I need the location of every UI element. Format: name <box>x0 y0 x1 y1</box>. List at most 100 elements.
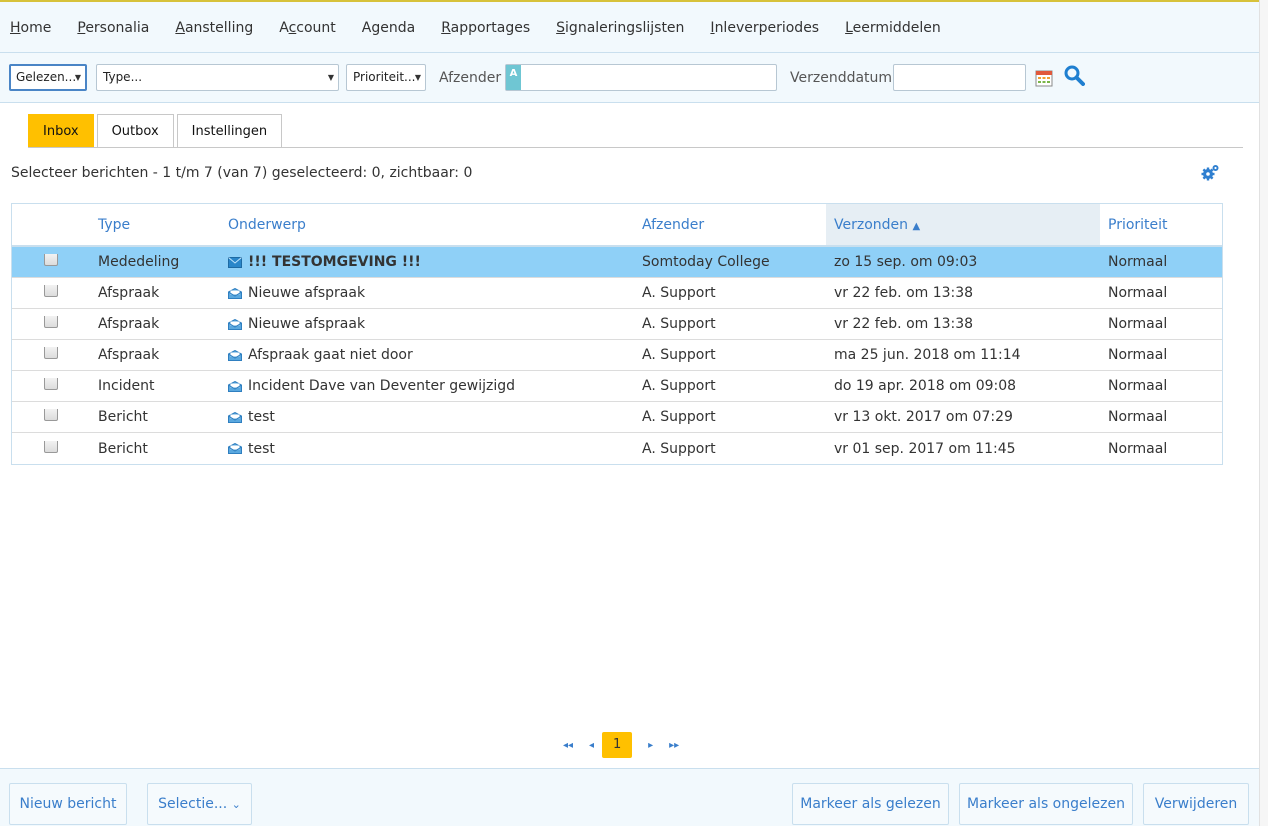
header-priority[interactable]: Prioriteit <box>1100 204 1222 245</box>
table-row[interactable]: Afspraak Nieuwe afspraak A. Support vr 22 f… <box>12 309 1222 340</box>
subject-text: Afspraak gaat niet door <box>248 347 413 363</box>
header-sender[interactable]: Afzender <box>634 204 826 245</box>
header-subject[interactable]: Onderwerp <box>220 204 634 245</box>
envelope-open-icon <box>228 287 242 299</box>
cell-type: Bericht <box>98 440 148 457</box>
row-checkbox[interactable] <box>44 409 58 421</box>
table-row[interactable]: Bericht test A. Support vr 13 okt. 2017 om … <box>12 402 1222 433</box>
nav-item-personalia[interactable]: Personalia <box>77 20 149 36</box>
cell-subject[interactable]: Nieuwe afspraak <box>220 285 634 301</box>
read-status-select[interactable]: Gelezen... ▼ <box>9 64 87 91</box>
table-body: Mededeling !!! TESTOMGEVING !!! Somtoday C… <box>12 247 1222 464</box>
cell-sender: A. Support <box>642 440 716 457</box>
mark-read-button[interactable]: Markeer als gelezen <box>792 783 949 825</box>
send-date-label: Verzenddatum <box>790 70 893 86</box>
page-number-current[interactable]: 1 <box>602 732 633 758</box>
table-row[interactable]: Bericht test A. Support vr 01 sep. 2017 om … <box>12 433 1222 464</box>
send-date-input[interactable] <box>893 64 1026 91</box>
envelope-open-icon <box>228 443 242 454</box>
cell-priority: Normaal <box>1108 316 1168 332</box>
cell-priority: Normaal <box>1108 440 1168 457</box>
table-row[interactable]: Incident Incident Dave van Deventer gewij… <box>12 371 1222 402</box>
row-checkbox[interactable] <box>44 316 58 328</box>
priority-select-value: Prioriteit... <box>353 70 416 84</box>
vertical-scrollbar[interactable] <box>1259 0 1268 826</box>
header-type[interactable]: Type <box>90 204 220 245</box>
nav-item-leermiddelen[interactable]: Leermiddelen <box>845 20 941 36</box>
selection-menu-button[interactable]: Selectie... ⌄ <box>147 783 252 825</box>
row-checkbox[interactable] <box>44 440 58 453</box>
search-icon[interactable] <box>1064 65 1085 86</box>
nav-item-rapportages[interactable]: Rapportages <box>441 20 530 36</box>
tab-divider <box>28 147 1243 148</box>
cell-type: Afspraak <box>98 347 160 363</box>
last-page-icon[interactable]: ▸▸ <box>669 740 679 751</box>
delete-button[interactable]: Verwijderen <box>1143 783 1249 825</box>
read-status-select-value: Gelezen... <box>16 70 77 84</box>
selection-info: Selecteer berichten - 1 t/m 7 (van 7) ge… <box>11 165 473 181</box>
cell-sent: zo 15 sep. om 09:03 <box>834 254 978 270</box>
cell-type: Incident <box>98 378 155 394</box>
header-sent-label: Verzonden <box>834 217 909 233</box>
mark-unread-button[interactable]: Markeer als ongelezen <box>959 783 1133 825</box>
settings-gears-icon[interactable] <box>1200 163 1220 183</box>
nav-item-inleverperiodes[interactable]: Inleverperiodes <box>710 20 819 36</box>
tab-inbox[interactable]: Inbox <box>28 114 94 148</box>
cell-subject[interactable]: Afspraak gaat niet door <box>220 347 634 363</box>
selection-menu-label: Selectie... <box>158 796 228 812</box>
sender-input[interactable]: A <box>505 64 777 91</box>
tab-outbox[interactable]: Outbox <box>96 114 174 148</box>
cell-subject[interactable]: Nieuwe afspraak <box>220 316 634 332</box>
messages-table: Type Onderwerp Afzender Verzonden ▲ Prio… <box>11 203 1223 465</box>
calendar-icon[interactable] <box>1035 69 1053 87</box>
cell-priority: Normaal <box>1108 285 1168 301</box>
cell-sent: vr 22 feb. om 13:38 <box>834 285 974 301</box>
cell-sent: vr 01 sep. 2017 om 11:45 <box>834 440 1016 457</box>
new-message-button[interactable]: Nieuw bericht <box>9 783 127 825</box>
autocomplete-icon: A <box>506 65 521 90</box>
nav-item-account[interactable]: Account <box>279 20 336 36</box>
nav-item-signaleringslijsten[interactable]: Signaleringslijsten <box>556 20 684 36</box>
envelope-open-icon <box>228 380 242 392</box>
table-row[interactable]: Afspraak Afspraak gaat niet door A. Suppor… <box>12 340 1222 371</box>
row-checkbox-cell <box>12 347 90 363</box>
cell-sent: ma 25 jun. 2018 om 11:14 <box>834 347 1021 363</box>
header-sent[interactable]: Verzonden ▲ <box>826 204 1100 245</box>
sender-label: Afzender <box>439 70 502 86</box>
row-checkbox-cell <box>12 316 90 332</box>
row-checkbox-cell <box>12 440 90 457</box>
dropdown-arrow-icon: ▼ <box>327 73 334 82</box>
nav-item-home[interactable]: Home <box>10 20 51 36</box>
row-checkbox[interactable] <box>44 285 58 297</box>
tab-instellingen[interactable]: Instellingen <box>176 114 283 148</box>
cell-type: Bericht <box>98 409 148 425</box>
cell-subject[interactable]: test <box>220 409 634 425</box>
subject-text: Nieuwe afspraak <box>248 285 366 301</box>
type-select[interactable]: Type... ▼ <box>96 64 339 91</box>
cell-subject[interactable]: Incident Dave van Deventer gewijzigd <box>220 378 634 394</box>
priority-select[interactable]: Prioriteit... ▼ <box>346 64 426 91</box>
next-page-icon[interactable]: ▸ <box>648 740 653 751</box>
cell-type: Afspraak <box>98 316 160 332</box>
table-row[interactable]: Afspraak Nieuwe afspraak A. Support vr 22 f… <box>12 278 1222 309</box>
cell-sent: vr 13 okt. 2017 om 07:29 <box>834 409 1013 425</box>
previous-page-icon[interactable]: ◂ <box>589 740 594 751</box>
row-checkbox[interactable] <box>44 378 58 390</box>
nav-item-aanstelling[interactable]: Aanstelling <box>175 20 253 36</box>
dropdown-arrow-icon: ▼ <box>74 73 81 82</box>
row-checkbox-cell <box>12 409 90 425</box>
nav-item-agenda[interactable]: Agenda <box>362 20 415 36</box>
cell-priority: Normaal <box>1108 409 1168 425</box>
envelope-open-icon <box>228 318 242 330</box>
table-row[interactable]: Mededeling !!! TESTOMGEVING !!! Somtoday C… <box>12 247 1222 278</box>
row-checkbox[interactable] <box>44 347 58 359</box>
row-checkbox[interactable] <box>44 254 58 266</box>
first-page-icon[interactable]: ◂◂ <box>563 740 573 751</box>
table-header: Type Onderwerp Afzender Verzonden ▲ Prio… <box>12 204 1222 247</box>
cell-subject[interactable]: !!! TESTOMGEVING !!! <box>220 254 634 270</box>
cell-sent: vr 22 feb. om 13:38 <box>834 316 974 332</box>
cell-priority: Normaal <box>1108 347 1168 363</box>
subject-text: Nieuwe afspraak <box>248 316 366 332</box>
cell-subject[interactable]: test <box>220 441 634 457</box>
row-checkbox-cell <box>12 378 90 394</box>
